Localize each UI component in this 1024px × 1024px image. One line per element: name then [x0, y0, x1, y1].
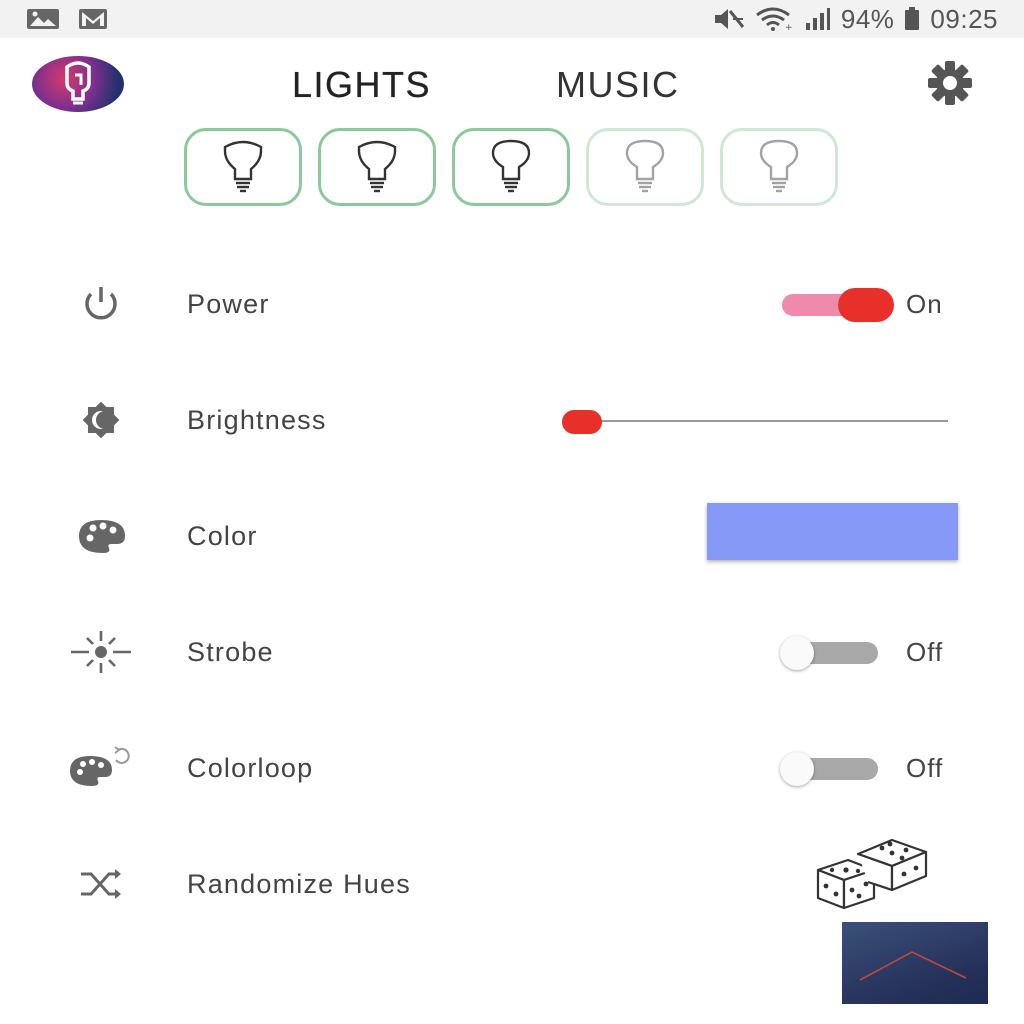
power-state: On [906, 289, 943, 319]
brightness-slider-knob[interactable] [562, 410, 602, 434]
power-label: Power [187, 289, 270, 319]
power-toggle[interactable] [780, 288, 894, 322]
color-swatch[interactable] [707, 503, 958, 560]
tab-music[interactable]: MUSIC [556, 64, 680, 106]
colorloop-row: Colorloop Off [0, 738, 1024, 798]
strobe-row: Strobe Off [0, 622, 1024, 682]
strobe-toggle[interactable] [780, 636, 884, 670]
strobe-icon [66, 622, 136, 682]
tab-lights[interactable]: LIGHTS [292, 64, 431, 106]
power-row: Power On [0, 274, 1024, 334]
palette-icon [66, 506, 136, 566]
bulb-icon [357, 140, 397, 193]
power-toggle-thumb [838, 288, 894, 322]
battery-percent: 94% [840, 3, 895, 34]
bulb-3[interactable] [452, 128, 570, 206]
bulb-4[interactable] [586, 128, 704, 206]
gear-icon[interactable] [912, 58, 988, 108]
shuffle-icon [66, 854, 136, 914]
svg-text:+: + [785, 23, 793, 31]
scroll-up-button[interactable] [842, 922, 988, 1004]
bulb-5[interactable] [720, 128, 838, 206]
bulb-icon [491, 139, 531, 193]
bulb-icon [625, 139, 665, 193]
brightness-label: Brightness [187, 405, 327, 435]
colorloop-state: Off [906, 753, 944, 783]
power-icon [66, 274, 136, 334]
app-logo-bulb-icon[interactable] [32, 56, 124, 112]
gmail-icon [78, 8, 108, 30]
signal-icon [805, 7, 831, 31]
bulb-icon [759, 139, 799, 193]
brightness-slider-rail [572, 420, 948, 422]
randomize-row: Randomize Hues [0, 838, 1024, 914]
strobe-state: Off [906, 637, 944, 667]
dice-icon[interactable] [812, 824, 932, 914]
bulb-icon [223, 140, 263, 193]
wifi-icon: + [755, 7, 795, 31]
mute-icon [713, 7, 745, 31]
palette-loop-icon [66, 738, 136, 798]
gallery-icon [26, 8, 60, 30]
colorloop-toggle-thumb [780, 752, 814, 786]
colorloop-toggle[interactable] [780, 752, 884, 786]
strobe-toggle-thumb [780, 636, 814, 670]
brightness-slider[interactable] [562, 406, 948, 436]
colorloop-label: Colorloop [187, 753, 314, 783]
status-bar: + 94% 09:25 [0, 0, 1024, 38]
chevron-up-icon [859, 951, 967, 981]
bulb-2[interactable] [318, 128, 436, 206]
color-label: Color [187, 521, 258, 551]
clock: 09:25 [930, 3, 998, 34]
strobe-label: Strobe [187, 637, 274, 667]
randomize-label: Randomize Hues [187, 869, 411, 899]
brightness-icon [66, 390, 136, 450]
battery-icon [904, 7, 920, 31]
bulb-1[interactable] [184, 128, 302, 206]
color-row: Color [0, 503, 1024, 566]
brightness-row: Brightness [0, 390, 1024, 450]
